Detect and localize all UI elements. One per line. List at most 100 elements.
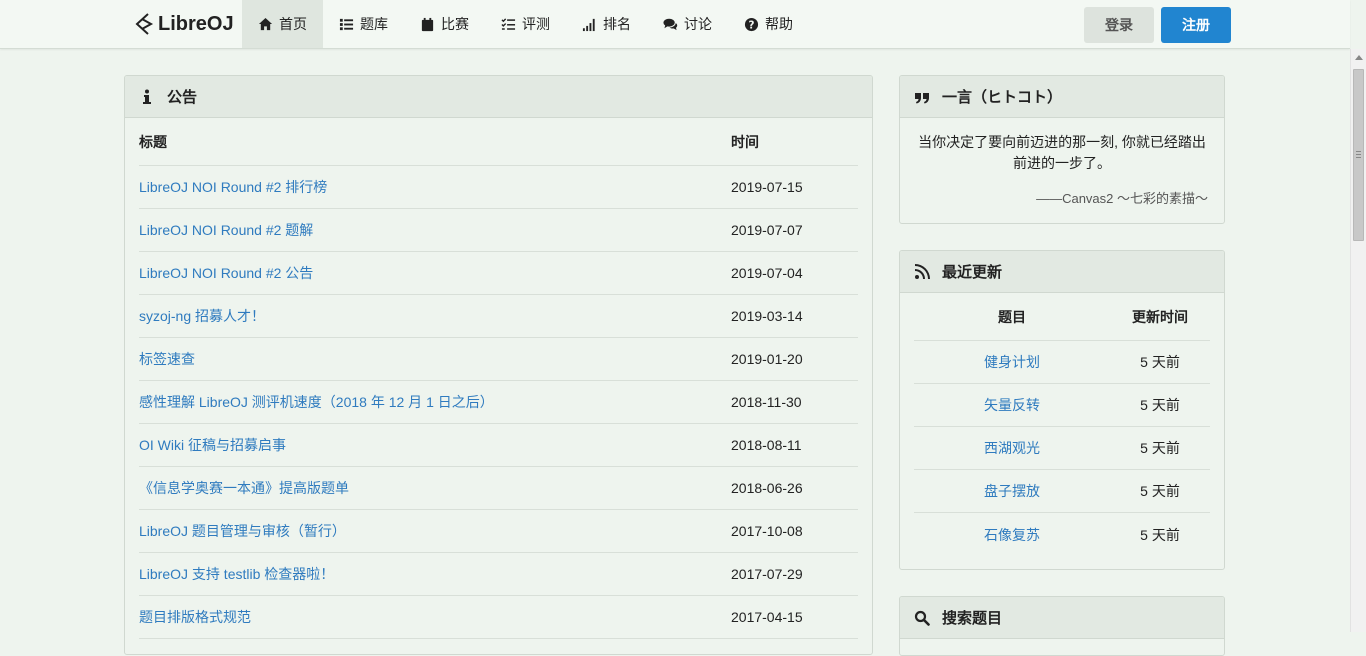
recent-updates-header: 最近更新	[900, 251, 1224, 293]
table-row: syzoj-ng 招募人才！ 2019-03-14	[139, 295, 858, 338]
announcements-header: 公告	[125, 76, 872, 118]
hitokoto-quote: 当你决定了要向前迈进的那一刻, 你就已经踏出前进的一步了。	[918, 134, 1206, 171]
update-time: 5 天前	[1140, 526, 1180, 543]
recent-updates-table: 题目 更新时间 健身计划 5 天前 矢量反转 5 天前 西湖观光 5 天前 盘子摆放 5 天前…	[914, 293, 1210, 556]
announcement-date: 2018-06-26	[731, 480, 803, 496]
announcement-date: 2019-07-07	[731, 222, 803, 238]
table-row: 石像复苏 5 天前	[914, 513, 1210, 556]
update-time: 5 天前	[1140, 354, 1180, 370]
table-row: 题目排版格式规范 2017-04-15	[139, 596, 858, 639]
problem-link[interactable]: 矢量反转	[984, 397, 1040, 413]
comments-icon	[663, 18, 678, 30]
announcement-date: 2019-07-15	[731, 179, 803, 195]
search-problem-panel: 搜索题目	[899, 596, 1225, 656]
announcement-link[interactable]: 《信息学奥赛一本通》提高版题单	[139, 480, 349, 496]
table-row: 感性理解 LibreOJ 测评机速度（2018 年 12 月 1 日之后） 201…	[139, 381, 858, 424]
table-row: LibreOJ 支持 testlib 检查器啦！ 2017-07-29	[139, 553, 858, 596]
nav-ranklist-label: 排名	[603, 16, 631, 32]
main-nav: 首页 题库 比赛 评测 排名 讨论 ? 帮助	[242, 0, 809, 48]
top-menu: LibreOJ 首页 题库 比赛 评测 排名 讨论 ? 帮助 登录 注册	[0, 0, 1350, 49]
nav-help[interactable]: ? 帮助	[728, 0, 809, 48]
calendar-icon	[421, 17, 434, 31]
update-time: 5 天前	[1140, 483, 1180, 499]
table-row: LibreOJ 题目管理与审核（暂行） 2017-10-08	[139, 510, 858, 553]
scroll-up-arrow[interactable]	[1355, 55, 1363, 60]
hitokoto-title: 一言（ヒトコト）	[942, 89, 1063, 106]
table-header-row: 题目 更新时间	[914, 293, 1210, 341]
column-header-problem: 题目	[998, 308, 1026, 325]
nav-help-label: 帮助	[765, 16, 793, 32]
login-button[interactable]: 登录	[1084, 7, 1154, 43]
update-time: 5 天前	[1140, 440, 1180, 456]
search-problem-header: 搜索题目	[900, 597, 1224, 639]
table-row: LibreOJ NOI Round #2 排行榜 2019-07-15	[139, 166, 858, 209]
tasks-icon	[501, 17, 516, 30]
nav-discussion[interactable]: 讨论	[647, 0, 728, 48]
nav-discussion-label: 讨论	[684, 16, 712, 32]
help-icon: ?	[744, 17, 759, 31]
problem-link[interactable]: 石像复苏	[984, 527, 1040, 543]
nav-submissions-label: 评测	[522, 16, 550, 32]
nav-contests[interactable]: 比赛	[404, 0, 485, 48]
table-row: 盘子摆放 5 天前	[914, 470, 1210, 513]
announcement-date: 2019-07-04	[731, 265, 803, 281]
list-icon	[339, 18, 354, 30]
hitokoto-header: 一言（ヒトコト）	[900, 76, 1224, 118]
announcement-link[interactable]: LibreOJ NOI Round #2 题解	[139, 222, 313, 238]
problem-link[interactable]: 盘子摆放	[984, 483, 1040, 499]
column-header-time: 时间	[731, 133, 759, 150]
hitokoto-source: ——Canvas2 ～七彩的素描～	[1036, 191, 1208, 206]
nav-contests-label: 比赛	[441, 16, 469, 32]
register-button[interactable]: 注册	[1161, 7, 1231, 43]
rss-icon	[915, 263, 930, 279]
announcement-link[interactable]: LibreOJ 支持 testlib 检查器啦！	[139, 566, 334, 582]
nav-home-label: 首页	[279, 16, 307, 32]
nav-ranklist[interactable]: 排名	[566, 0, 647, 48]
nav-submissions[interactable]: 评测	[485, 0, 566, 48]
announcement-link[interactable]: syzoj-ng 招募人才！	[139, 308, 265, 324]
brand-logo[interactable]: LibreOJ	[134, 0, 242, 48]
announcement-date: 2017-04-15	[731, 609, 803, 625]
scroll-thumb[interactable]	[1353, 69, 1364, 241]
update-time: 5 天前	[1140, 397, 1180, 413]
table-row: 标签速查 2019-01-20	[139, 338, 858, 381]
announcements-table: 标题 时间 LibreOJ NOI Round #2 排行榜 2019-07-15…	[139, 118, 858, 639]
info-icon	[143, 89, 151, 104]
announcement-link[interactable]: LibreOJ 题目管理与审核（暂行）	[139, 523, 346, 539]
thumb-grip	[1356, 154, 1361, 155]
thumb-grip	[1356, 151, 1361, 152]
recent-updates-title: 最近更新	[942, 264, 1003, 281]
search-problem-title: 搜索题目	[942, 610, 1003, 627]
announcement-date: 2019-01-20	[731, 351, 803, 367]
problem-link[interactable]: 健身计划	[984, 354, 1040, 370]
announcement-link[interactable]: LibreOJ NOI Round #2 公告	[139, 265, 313, 281]
announcement-link[interactable]: 标签速查	[139, 351, 195, 367]
search-icon	[914, 610, 930, 626]
home-icon	[258, 17, 273, 30]
table-row: 西湖观光 5 天前	[914, 427, 1210, 470]
quote-icon	[915, 92, 929, 103]
column-header-update-time: 更新时间	[1132, 308, 1188, 325]
page-scrollbar[interactable]	[1350, 49, 1366, 632]
table-row: 健身计划 5 天前	[914, 341, 1210, 384]
announcement-link[interactable]: 题目排版格式规范	[139, 609, 251, 625]
announcement-link[interactable]: OI Wiki 征稿与招募启事	[139, 437, 286, 453]
problem-link[interactable]: 西湖观光	[984, 440, 1040, 456]
table-row: 《信息学奥赛一本通》提高版题单 2018-06-26	[139, 467, 858, 510]
table-row: 矢量反转 5 天前	[914, 384, 1210, 427]
announcement-date: 2018-08-11	[731, 437, 802, 453]
nav-home[interactable]: 首页	[242, 0, 323, 48]
svg-text:?: ?	[749, 19, 755, 31]
announcement-link[interactable]: LibreOJ NOI Round #2 排行榜	[139, 179, 327, 195]
brand-name: LibreOJ	[158, 12, 234, 35]
announcements-panel: 公告 标题 时间 LibreOJ NOI Round #2 排行榜 2019-07…	[124, 75, 873, 655]
nav-problems-label: 题库	[360, 16, 388, 32]
announcement-date: 2017-10-08	[731, 523, 803, 539]
hitokoto-panel: 一言（ヒトコト） 当你决定了要向前迈进的那一刻, 你就已经踏出前进的一步了。 —…	[899, 75, 1225, 224]
announcement-date: 2017-07-29	[731, 566, 803, 582]
column-header-title: 标题	[139, 133, 167, 150]
announcements-title: 公告	[167, 89, 198, 106]
nav-problems[interactable]: 题库	[323, 0, 404, 48]
signal-icon	[582, 18, 595, 31]
announcement-link[interactable]: 感性理解 LibreOJ 测评机速度（2018 年 12 月 1 日之后）	[139, 394, 494, 410]
